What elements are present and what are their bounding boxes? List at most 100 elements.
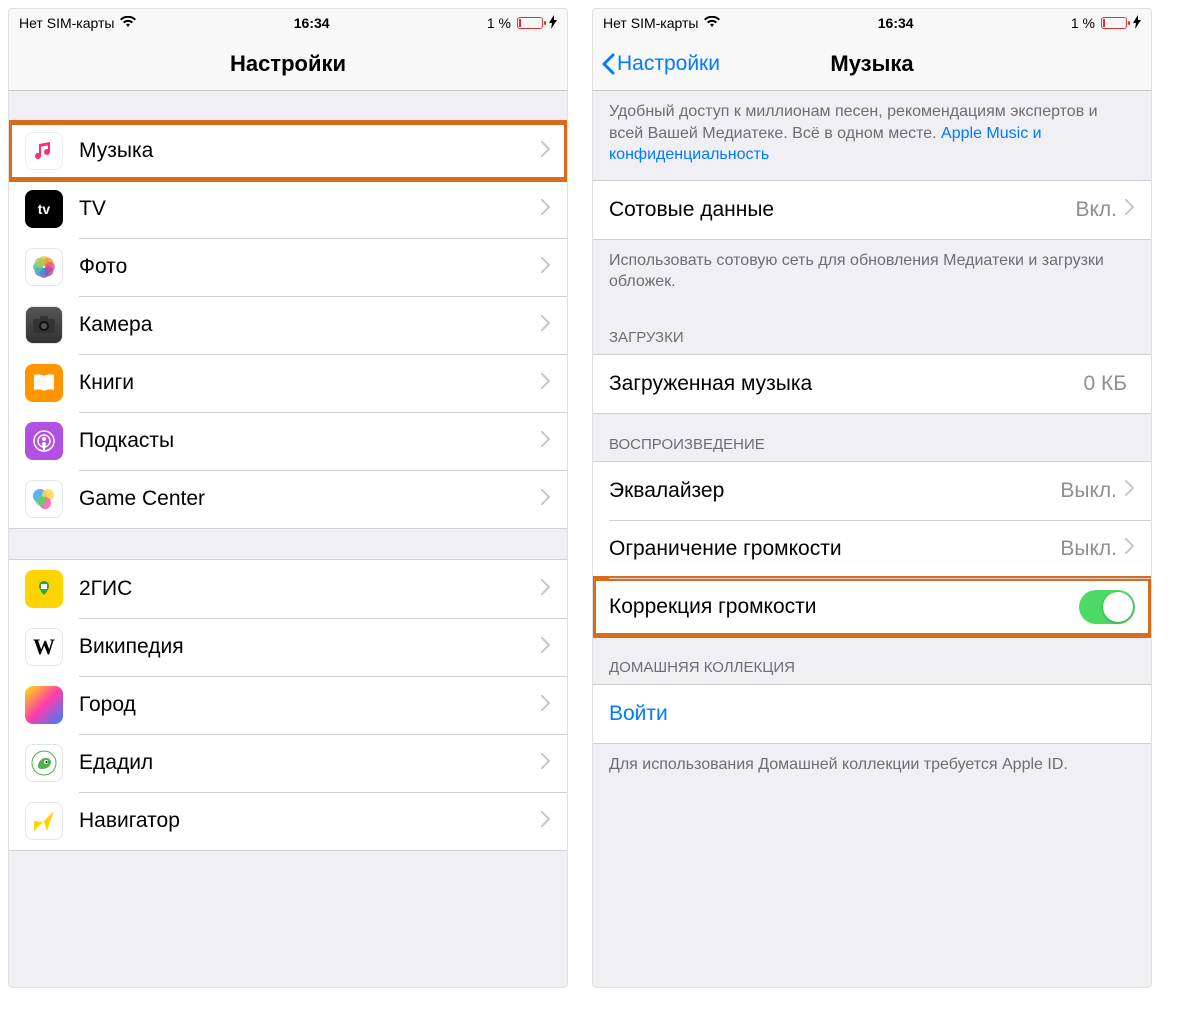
row-wikipedia[interactable]: W Википедия	[9, 618, 567, 676]
back-label: Настройки	[617, 52, 720, 76]
books-icon	[25, 364, 63, 402]
battery-percent: 1 %	[1071, 15, 1095, 31]
chevron-right-icon	[541, 315, 551, 336]
photos-icon	[25, 248, 63, 286]
header-playback: ВОСПРОИЗВЕДЕНИЕ	[593, 414, 1151, 461]
group-cellular: Сотовые данные Вкл.	[593, 180, 1151, 240]
phone-settings: Нет SIM-карты 16:34 1 % Настройки Музыка	[8, 8, 568, 988]
status-time: 16:34	[878, 15, 914, 31]
bolt-icon	[549, 15, 557, 32]
row-podcasts[interactable]: Подкасты	[9, 412, 567, 470]
home-footer: Для использования Домашней коллекции тре…	[593, 744, 1151, 790]
row-equalizer[interactable]: Эквалайзер Выкл.	[593, 462, 1151, 520]
wifi-icon	[704, 15, 720, 31]
row-music[interactable]: Музыка	[9, 122, 567, 180]
navbar-settings: Настройки	[9, 37, 567, 91]
row-label: Коррекция громкости	[609, 595, 1079, 619]
row-value: Выкл.	[1060, 479, 1117, 503]
row-label: Навигатор	[79, 809, 541, 833]
row-camera[interactable]: Камера	[9, 296, 567, 354]
chevron-right-icon	[1125, 199, 1135, 220]
chevron-right-icon	[541, 373, 551, 394]
gorod-icon	[25, 686, 63, 724]
row-label: Подкасты	[79, 429, 541, 453]
tv-icon: tv	[25, 190, 63, 228]
navbar-music: Настройки Музыка	[593, 37, 1151, 91]
cellular-footer: Использовать сотовую сеть для обновления…	[593, 240, 1151, 307]
battery-icon	[1101, 17, 1127, 29]
chevron-right-icon	[541, 199, 551, 220]
row-photos[interactable]: Фото	[9, 238, 567, 296]
status-right: 1 %	[487, 15, 557, 32]
row-label: Сотовые данные	[609, 198, 1075, 222]
battery-percent: 1 %	[487, 15, 511, 31]
carrier-text: Нет SIM-карты	[603, 15, 698, 31]
settings-group-thirdparty: 2ГИС W Википедия Город Едадил	[9, 559, 567, 851]
chevron-right-icon	[541, 489, 551, 510]
header-home-sharing: ДОМАШНЯЯ КОЛЛЕКЦИЯ	[593, 637, 1151, 684]
wikipedia-icon: W	[25, 628, 63, 666]
row-gamecenter[interactable]: Game Center	[9, 470, 567, 528]
carrier-text: Нет SIM-карты	[19, 15, 114, 31]
status-time: 16:34	[294, 15, 330, 31]
chevron-right-icon	[541, 695, 551, 716]
edadil-icon	[25, 744, 63, 782]
page-title: Музыка	[830, 51, 913, 77]
spacer	[9, 529, 567, 559]
row-label: Загруженная музыка	[609, 372, 1083, 396]
chevron-right-icon	[541, 141, 551, 162]
row-label: Википедия	[79, 635, 541, 659]
row-label: Город	[79, 693, 541, 717]
row-label: TV	[79, 197, 541, 221]
settings-group-apps: Музыка tv TV Фото Камера	[9, 121, 567, 529]
status-right: 1 %	[1071, 15, 1141, 32]
row-cellular-data[interactable]: Сотовые данные Вкл.	[593, 181, 1151, 239]
chevron-right-icon	[1125, 480, 1135, 501]
row-sign-in[interactable]: Войти	[593, 685, 1151, 743]
row-sound-check[interactable]: Коррекция громкости	[593, 578, 1151, 636]
music-settings-list[interactable]: Удобный доступ к миллионам песен, рекоме…	[593, 91, 1151, 987]
row-tv[interactable]: tv TV	[9, 180, 567, 238]
settings-list[interactable]: Музыка tv TV Фото Камера	[9, 91, 567, 987]
chevron-left-icon	[601, 53, 615, 75]
row-label: Ограничение громкости	[609, 537, 1060, 561]
intro-footer: Удобный доступ к миллионам песен, рекоме…	[593, 91, 1151, 180]
row-label: Книги	[79, 371, 541, 395]
chevron-right-icon	[1125, 538, 1135, 559]
row-value: Выкл.	[1060, 537, 1117, 561]
status-left: Нет SIM-карты	[19, 15, 136, 31]
chevron-right-icon	[541, 753, 551, 774]
row-gorod[interactable]: Город	[9, 676, 567, 734]
row-label: Музыка	[79, 139, 541, 163]
bolt-icon	[1133, 15, 1141, 32]
group-playback: Эквалайзер Выкл. Ограничение громкости В…	[593, 461, 1151, 637]
row-label: Едадил	[79, 751, 541, 775]
back-button[interactable]: Настройки	[601, 37, 720, 90]
row-navigator[interactable]: Навигатор	[9, 792, 567, 850]
music-icon	[25, 132, 63, 170]
row-value: Вкл.	[1075, 198, 1117, 222]
group-downloads: Загруженная музыка 0 КБ	[593, 354, 1151, 414]
row-books[interactable]: Книги	[9, 354, 567, 412]
chevron-right-icon	[541, 431, 551, 452]
row-label: Game Center	[79, 487, 541, 511]
row-label: Эквалайзер	[609, 479, 1060, 503]
row-2gis[interactable]: 2ГИС	[9, 560, 567, 618]
signin-label: Войти	[609, 702, 1135, 726]
navigator-icon	[25, 802, 63, 840]
chevron-right-icon	[541, 811, 551, 832]
camera-icon	[25, 306, 63, 344]
row-label: Фото	[79, 255, 541, 279]
spacer	[9, 91, 567, 121]
row-volume-limit[interactable]: Ограничение громкости Выкл.	[593, 520, 1151, 578]
podcasts-icon	[25, 422, 63, 460]
row-downloaded-music[interactable]: Загруженная музыка 0 КБ	[593, 355, 1151, 413]
row-value: 0 КБ	[1083, 372, 1127, 396]
row-edadil[interactable]: Едадил	[9, 734, 567, 792]
status-left: Нет SIM-карты	[603, 15, 720, 31]
sound-check-toggle[interactable]	[1079, 590, 1135, 624]
2gis-icon	[25, 570, 63, 608]
status-bar: Нет SIM-карты 16:34 1 %	[593, 9, 1151, 37]
row-label: Камера	[79, 313, 541, 337]
gamecenter-icon	[25, 480, 63, 518]
